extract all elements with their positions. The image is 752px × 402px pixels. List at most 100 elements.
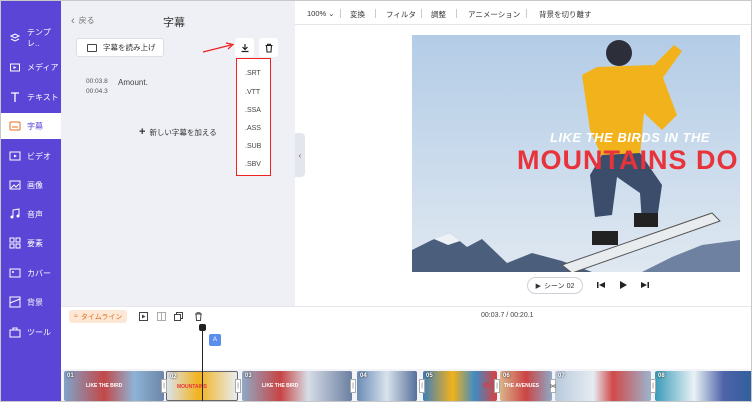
sidebar-item-background[interactable]: 背景: [1, 289, 61, 315]
sidebar-item-label: 字幕: [27, 121, 43, 131]
play-icon[interactable]: [618, 280, 628, 290]
sidebar-item-label: ビデオ: [27, 151, 51, 161]
read-subtitles-label: 字幕を読み上げ: [103, 43, 156, 52]
sidebar-item-label: テキスト: [27, 92, 59, 102]
clip-trim-handle[interactable]: |: [350, 379, 356, 393]
timeline-time: 00:03.7 / 00:20.1: [481, 312, 534, 319]
zoom-select[interactable]: 100% ⌄: [307, 9, 335, 18]
clip-thumbnail[interactable]: 05 SO: [423, 371, 497, 401]
plus-icon: +: [139, 126, 146, 138]
duplicate-icon[interactable]: [174, 312, 183, 321]
clip-number: 08: [658, 373, 665, 379]
download-format-menu: .SRT .VTT .SSA .ASS .SUB .SBV: [236, 58, 271, 176]
clip-number: 07: [558, 373, 565, 379]
sidebar-item-cover[interactable]: カバー: [1, 260, 61, 286]
video-preview[interactable]: LIKE THE BIRDS IN THE MOUNTAINS DO: [412, 35, 740, 272]
sidebar-item-images[interactable]: 画像: [1, 172, 61, 198]
timeline-ruler[interactable]: [61, 325, 751, 369]
clip-trim-handle[interactable]: |: [161, 379, 167, 393]
sidebar-item-subtitles[interactable]: 字幕: [1, 113, 61, 139]
toolbar-divider: [340, 9, 341, 18]
scene-selector[interactable]: ▶ シーン 02: [527, 277, 583, 294]
format-option-ssa[interactable]: .SSA: [245, 107, 261, 114]
clip-thumbnail[interactable]: 08: [655, 371, 751, 401]
add-subtitle-label: 新しい字幕を加える: [149, 127, 217, 137]
playhead[interactable]: [202, 324, 203, 401]
toolbar-divider: [421, 9, 422, 18]
subtitle-text[interactable]: Amount.: [118, 78, 148, 87]
media-folder-icon: [9, 61, 21, 73]
format-option-ass[interactable]: .ASS: [245, 125, 261, 132]
toolbar-adjust[interactable]: 調整: [431, 9, 446, 20]
video-caption-line2: MOUNTAINS DO: [517, 145, 739, 175]
chevron-down-icon: ⌄: [328, 9, 335, 18]
top-toolbar: 100% ⌄ 変換 フィルタ 調整 アニメーション 背景を切り離す: [295, 1, 751, 25]
subtitle-icon: [9, 120, 21, 132]
sidebar-item-text[interactable]: テキスト: [1, 84, 61, 110]
back-label: 戻る: [78, 16, 95, 25]
split-icon[interactable]: [157, 312, 166, 321]
clip-number: 01: [67, 373, 74, 379]
sidebar-item-audio[interactable]: 音声: [1, 201, 61, 227]
trash-icon[interactable]: [194, 312, 203, 321]
music-icon: [9, 208, 21, 220]
clip-thumbnail[interactable]: 01 LIKE THE BIRD: [64, 371, 164, 401]
format-option-sub[interactable]: .SUB: [245, 143, 261, 150]
clip-trim-handle[interactable]: |: [494, 379, 500, 393]
sidebar-item-label: 音声: [27, 209, 43, 219]
sidebar-item-templates[interactable]: テンプレ..: [1, 25, 61, 51]
sidebar-item-tools[interactable]: ツール: [1, 319, 61, 345]
playhead-handle[interactable]: [199, 324, 206, 331]
collapse-panel-button[interactable]: ‹: [295, 133, 305, 177]
clip-number: 05: [426, 373, 433, 379]
timeline-toggle[interactable]: ≈ タイムライン: [69, 310, 128, 323]
scene-label: シーン 02: [544, 282, 575, 290]
toolbar-transform[interactable]: 変換: [350, 9, 365, 20]
trash-icon: [265, 43, 272, 53]
sidebar-item-label: メディア: [27, 62, 59, 72]
sidebar-item-media[interactable]: メディア: [1, 54, 61, 80]
subtitle-end-time[interactable]: 00:04.3: [86, 88, 108, 95]
toolbar-divider: [375, 9, 376, 18]
zoom-value: 100%: [307, 9, 327, 18]
play-small-icon: ▶: [535, 282, 541, 290]
previous-icon[interactable]: [596, 280, 606, 290]
format-option-srt[interactable]: .SRT: [245, 70, 261, 77]
clip-thumbnail[interactable]: 03 LIKE THE BIRD: [242, 371, 352, 401]
play-box-icon[interactable]: [139, 312, 148, 321]
annotation-arrow-icon: [202, 42, 235, 53]
clip-thumbnail[interactable]: 04: [357, 371, 417, 401]
clip-trim-handle[interactable]: |: [419, 379, 425, 393]
toolbar-animation[interactable]: アニメーション: [468, 9, 520, 20]
download-button[interactable]: [235, 38, 254, 57]
format-option-vtt[interactable]: .VTT: [245, 89, 260, 96]
subtitle-track-marker[interactable]: A: [209, 334, 221, 346]
video-caption-line1: LIKE THE BIRDS IN THE: [550, 130, 711, 145]
video-icon: [9, 150, 21, 162]
add-subtitle-button[interactable]: + 新しい字幕を加える: [139, 126, 217, 138]
delete-button[interactable]: [259, 38, 278, 57]
sidebar-item-video[interactable]: ビデオ: [1, 143, 61, 169]
clip-caption: LIKE THE BIRD: [262, 383, 299, 389]
next-icon[interactable]: [640, 280, 650, 290]
clip-trim-handle[interactable]: |: [650, 379, 656, 393]
clip-trim-handle[interactable]: ⋈: [550, 379, 556, 393]
read-subtitles-button[interactable]: 字幕を読み上げ: [76, 38, 164, 57]
sidebar-item-label: テンプレ..: [27, 28, 51, 48]
back-button[interactable]: ‹ 戻る: [71, 15, 95, 26]
sidebar: テンプレ.. メディア テキスト 字幕 ビデオ 画像 音声 要素 カバー 背景 …: [1, 1, 61, 401]
format-option-sbv[interactable]: .SBV: [245, 161, 261, 168]
toolbar-divider: [526, 9, 527, 18]
clip-thumbnail[interactable]: 07: [555, 371, 651, 401]
clip-number: 02: [170, 374, 177, 380]
clip-thumbnail[interactable]: 06 THE AVENUES: [500, 371, 552, 401]
clip-trim-handle[interactable]: |: [235, 379, 241, 393]
toolbar-filter[interactable]: フィルタ: [386, 9, 416, 20]
clip-number: 03: [245, 373, 252, 379]
toolbar-remove-background[interactable]: 背景を切り離す: [539, 9, 592, 20]
sidebar-item-elements[interactable]: 要素: [1, 230, 61, 256]
toolbox-icon: [9, 326, 21, 338]
sidebar-item-label: 要素: [27, 238, 43, 248]
subtitle-start-time[interactable]: 00:03.8: [86, 78, 108, 85]
clip-caption: SO: [483, 383, 491, 389]
